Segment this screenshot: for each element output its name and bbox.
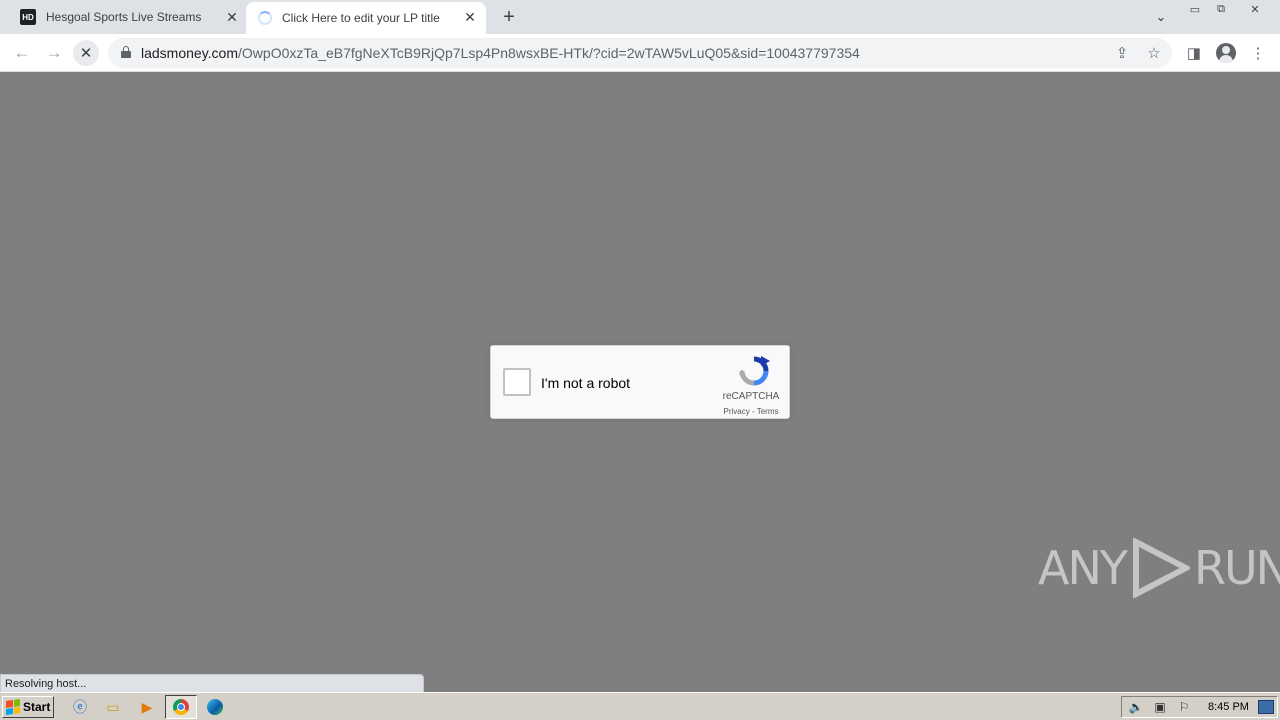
browser-toolbar: ← → ✕ ladsmoney.com/OwpO0xzTa_eB7fgNeXTc… — [0, 34, 1280, 72]
system-tray: 🔈 ▣ ⚐ 8:45 PM — [1121, 696, 1278, 718]
anyrun-watermark: ANY RUN — [1038, 536, 1280, 600]
chrome-icon — [173, 699, 189, 715]
url-host: ladsmoney.com — [141, 45, 239, 61]
tab-title: Hesgoal Sports Live Streams — [46, 10, 202, 24]
tab-title: Click Here to edit your LP title — [282, 11, 440, 25]
media-player-icon[interactable]: ▶ — [136, 697, 158, 717]
more-vert-icon[interactable]: ⋮ — [1247, 42, 1269, 64]
tab-lp-title[interactable]: Click Here to edit your LP title ✕ — [246, 2, 486, 34]
edge-taskbar-button[interactable] — [204, 697, 226, 717]
clock[interactable]: 8:45 PM — [1208, 701, 1249, 713]
forward-arrow-icon[interactable]: → — [41, 40, 67, 66]
lock-icon[interactable] — [121, 46, 131, 58]
privacy-link[interactable]: Privacy — [724, 407, 750, 416]
recaptcha-checkbox[interactable] — [503, 368, 531, 396]
tab-hesgoal[interactable]: HD Hesgoal Sports Live Streams ✕ — [8, 0, 244, 34]
stop-icon[interactable]: ✕ — [73, 40, 99, 66]
url-path: /OwpO0xzTa_eB7fgNeXTcB9RjQp7Lsp4Pn8wsxBE… — [238, 45, 860, 61]
loading-spinner-icon — [258, 11, 272, 25]
play-logo-icon — [1132, 538, 1190, 598]
link-separator: - — [749, 407, 757, 416]
window-close-button[interactable]: ✕ — [1240, 0, 1270, 18]
back-arrow-icon[interactable]: ← — [9, 40, 35, 66]
tab-strip: HD Hesgoal Sports Live Streams ✕ Click H… — [0, 0, 1280, 34]
restore-button[interactable]: ⧉ — [1206, 0, 1236, 18]
recaptcha-label: I'm not a robot — [541, 375, 631, 391]
url-text[interactable]: ladsmoney.com/OwpO0xzTa_eB7fgNeXTcB9RjQp… — [141, 45, 860, 61]
hd-favicon-icon: HD — [20, 9, 36, 25]
start-label: Start — [23, 700, 51, 714]
recaptcha-widget: I'm not a robot reCAPTCHA Privacy - Term… — [490, 345, 790, 419]
folder-icon[interactable]: ▭ — [102, 697, 124, 717]
start-button[interactable]: Start — [2, 696, 54, 718]
volume-icon[interactable]: 🔈 — [1126, 698, 1146, 716]
taskbar: Start ⓔ ▭ ▶ 🔈 ▣ ⚐ 8:45 PM — [0, 692, 1280, 720]
recaptcha-links: Privacy - Terms — [711, 407, 791, 416]
terms-link[interactable]: Terms — [757, 407, 779, 416]
ie-icon[interactable]: ⓔ — [69, 697, 91, 717]
watermark-left: ANY — [1038, 541, 1128, 595]
tab-search-chevron-icon[interactable]: ⌄ — [1152, 8, 1170, 26]
flag-icon[interactable]: ⚐ — [1174, 698, 1194, 716]
profile-icon[interactable] — [1215, 42, 1237, 64]
status-bubble: Resolving host... — [0, 674, 424, 693]
close-tab-icon[interactable]: ✕ — [224, 9, 240, 25]
edge-icon — [207, 699, 223, 715]
address-bar[interactable]: ladsmoney.com/OwpO0xzTa_eB7fgNeXTcB9RjQp… — [108, 38, 1172, 68]
recaptcha-brand: reCAPTCHA — [722, 391, 780, 402]
windows-logo-icon — [6, 699, 20, 715]
watermark-right: RUN — [1193, 541, 1280, 595]
network-icon[interactable]: ▣ — [1150, 698, 1170, 716]
recaptcha-logo-icon — [739, 356, 770, 386]
star-icon[interactable]: ☆ — [1144, 43, 1164, 63]
new-tab-button[interactable]: + — [499, 6, 519, 28]
chrome-taskbar-button[interactable] — [165, 695, 197, 719]
show-desktop-icon[interactable] — [1258, 700, 1274, 714]
share-icon[interactable]: ⇪ — [1112, 43, 1132, 63]
side-panel-icon[interactable]: ◨ — [1183, 42, 1205, 64]
close-tab-icon[interactable]: ✕ — [462, 9, 478, 25]
